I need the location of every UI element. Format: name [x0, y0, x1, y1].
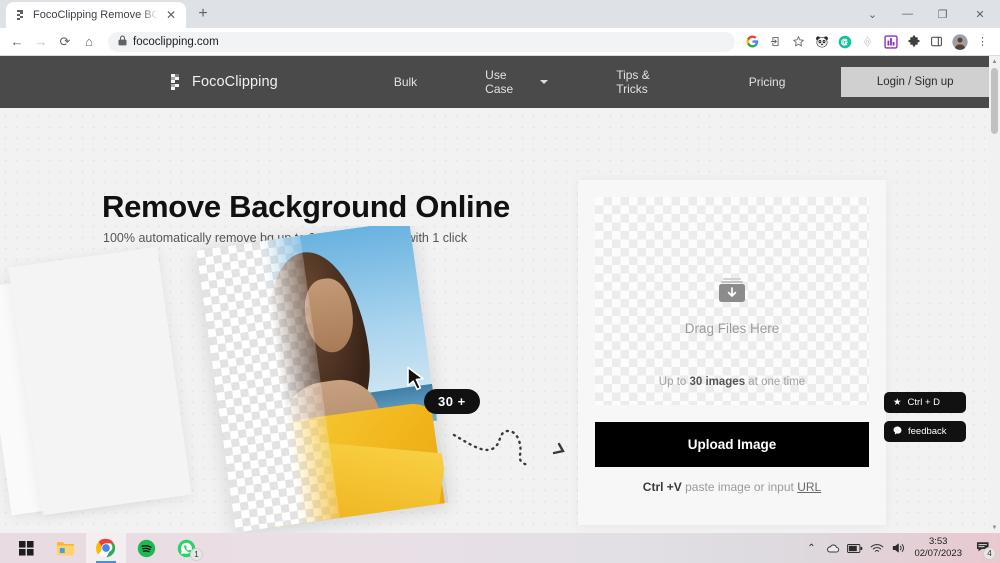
nav-item-pricing[interactable]: Pricing: [715, 75, 820, 89]
chevron-down-icon: [540, 80, 549, 84]
nav-item-bulk-label: Bulk: [393, 75, 418, 89]
fococlipping-page: FocoClipping Bulk Use Case Tips & Tricks…: [0, 56, 989, 533]
brand-logo-group[interactable]: FocoClipping: [168, 73, 278, 91]
tab-title: FocoClipping Remove BG | Free I: [33, 9, 158, 21]
tab-favicon-fococlipping: [15, 9, 27, 21]
window-controls: ⌄ — ❐ ✕: [855, 0, 1000, 28]
notification-center-button[interactable]: 4: [970, 533, 996, 563]
brand-name: FocoClipping: [192, 74, 278, 90]
google-search-icon[interactable]: [743, 32, 762, 51]
whatsapp-unread-badge: 1: [190, 548, 203, 561]
toolbar-extension-icons: ⋮: [743, 32, 992, 51]
minimize-button[interactable]: —: [890, 0, 925, 28]
taskbar-whatsapp[interactable]: 1: [166, 533, 206, 563]
star-icon: ★: [893, 397, 902, 408]
upload-tray-icon: [717, 277, 747, 309]
tab-strip: FocoClipping Remove BG | Free I ✕ + ⌄ — …: [0, 0, 1000, 28]
paste-hint: Ctrl +V paste image or input URL: [595, 480, 869, 494]
upload-image-button[interactable]: Upload Image: [595, 422, 869, 467]
tab-close-icon[interactable]: ✕: [164, 8, 178, 22]
upload-card: Drag Files Here Up to 30 images at one t…: [578, 180, 886, 525]
site-nav-links: Bulk Use Case Tips & Tricks Pricing: [360, 68, 820, 96]
side-panel-icon[interactable]: [927, 32, 946, 51]
taskbar-apps: 1: [0, 533, 206, 563]
limit-suffix: at one time: [745, 376, 806, 388]
floating-action-buttons: ★ Ctrl + D feedback: [884, 392, 966, 442]
notification-count-badge: 4: [983, 547, 996, 560]
tray-overflow-icon[interactable]: ⌃: [800, 533, 822, 563]
nav-item-bulk[interactable]: Bulk: [360, 75, 451, 89]
extensions-puzzle-icon[interactable]: [904, 32, 923, 51]
taskbar-file-explorer[interactable]: [46, 533, 86, 563]
bookmark-shortcut-label: Ctrl + D: [907, 397, 940, 408]
tab-search-icon[interactable]: ⌄: [855, 0, 890, 28]
page-viewport: FocoClipping Bulk Use Case Tips & Tricks…: [0, 56, 1000, 533]
dotted-curved-arrow-icon: [452, 421, 572, 478]
drop-zone-label: Drag Files Here: [684, 321, 780, 336]
onedrive-cloud-icon[interactable]: [822, 533, 844, 563]
scrollbar-thumb[interactable]: [991, 68, 998, 134]
purple-extension-icon[interactable]: [881, 32, 900, 51]
profile-avatar[interactable]: [950, 32, 969, 51]
maximize-button[interactable]: ❐: [925, 0, 960, 28]
chrome-browser-window: FocoClipping Remove BG | Free I ✕ + ⌄ — …: [0, 0, 1000, 533]
hero-illustration: [0, 226, 580, 533]
address-bar[interactable]: fococlipping.com: [108, 31, 735, 52]
scroll-up-arrow-icon[interactable]: ▲: [989, 56, 1000, 67]
share-icon[interactable]: [766, 32, 785, 51]
clock-date: 02/07/2023: [914, 548, 962, 559]
paste-hint-text: paste image or input: [681, 480, 798, 494]
feedback-button[interactable]: feedback: [884, 421, 966, 442]
browser-tab-fococlipping[interactable]: FocoClipping Remove BG | Free I ✕: [6, 2, 186, 28]
limit-count: 30 images: [689, 376, 746, 388]
battery-icon[interactable]: [844, 533, 866, 563]
paste-shortcut: Ctrl +V: [642, 480, 682, 494]
nav-item-use-case[interactable]: Use Case: [451, 68, 582, 96]
images-count-badge: 30 +: [424, 389, 480, 414]
nav-item-tips-tricks-label: Tips & Tricks: [616, 68, 650, 96]
nav-item-pricing-label: Pricing: [748, 75, 786, 89]
volume-icon[interactable]: [888, 533, 910, 563]
windows-taskbar: 1 ⌃ 3:53 02/07/2023 4: [0, 533, 1000, 563]
page-scrollbar[interactable]: ▲ ▼: [989, 56, 1000, 533]
clock-time: 3:53: [928, 536, 948, 547]
site-navbar: FocoClipping Bulk Use Case Tips & Tricks…: [0, 56, 989, 108]
nav-item-use-case-label: Use Case: [485, 68, 514, 96]
bookmark-star-icon[interactable]: [789, 32, 808, 51]
cursor-pointer-icon: [406, 366, 428, 399]
chrome-menu-icon[interactable]: ⋮: [973, 32, 992, 51]
reload-icon[interactable]: ⟳: [54, 31, 76, 53]
panda-extension-icon[interactable]: [812, 32, 831, 51]
system-tray: ⌃ 3:53 02/07/2023 4: [800, 533, 1000, 563]
drop-zone-limit-text: Up to 30 images at one time: [659, 376, 805, 388]
fococlipping-logo-icon: [168, 73, 183, 91]
forward-icon[interactable]: →: [30, 31, 52, 53]
grammarly-extension-icon[interactable]: [835, 32, 854, 51]
back-icon[interactable]: ←: [6, 31, 28, 53]
close-window-button[interactable]: ✕: [960, 0, 1000, 28]
start-button[interactable]: [6, 533, 46, 563]
nav-item-tips-tricks[interactable]: Tips & Tricks: [582, 68, 714, 96]
drop-zone[interactable]: Drag Files Here Up to 30 images at one t…: [595, 197, 869, 405]
taskbar-clock[interactable]: 3:53 02/07/2023: [910, 536, 970, 560]
chat-bubble-icon: [893, 426, 902, 438]
lock-icon: [118, 35, 127, 48]
browser-toolbar: ← → ⟳ ⌂ fococlipping.com ⋮: [0, 28, 1000, 56]
paste-url-link[interactable]: URL: [797, 480, 821, 494]
scroll-down-arrow-icon[interactable]: ▼: [989, 522, 1000, 533]
page-title: Remove Background Online: [102, 189, 510, 224]
taskbar-chrome[interactable]: [86, 533, 126, 563]
wifi-icon[interactable]: [866, 533, 888, 563]
home-icon[interactable]: ⌂: [78, 31, 100, 53]
new-tab-button[interactable]: +: [190, 2, 216, 28]
eye-extension-icon[interactable]: [858, 32, 877, 51]
login-signup-button[interactable]: Login / Sign up: [841, 67, 989, 97]
limit-prefix: Up to: [658, 376, 690, 388]
feedback-label: feedback: [908, 426, 947, 437]
bookmark-shortcut-button[interactable]: ★ Ctrl + D: [884, 392, 966, 413]
taskbar-spotify[interactable]: [126, 533, 166, 563]
address-bar-url: fococlipping.com: [133, 35, 219, 48]
